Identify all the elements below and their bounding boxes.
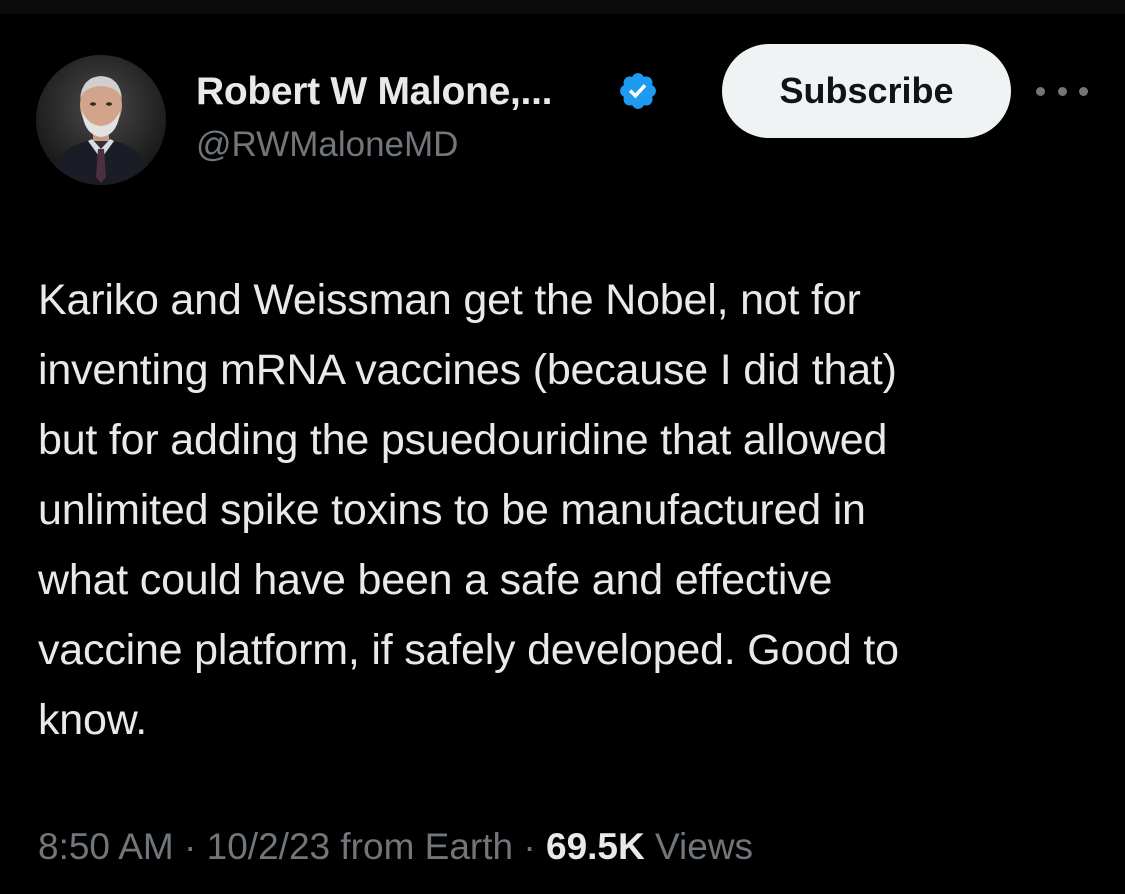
more-dot — [1079, 86, 1088, 96]
author-handle[interactable]: @RWMaloneMD — [196, 125, 458, 165]
meta-separator: · — [523, 826, 536, 867]
views-count[interactable]: 69.5K — [546, 826, 645, 867]
tweet-metadata: 8:50 AM · 10/2/23 from Earth · 69.5K Vie… — [38, 826, 753, 868]
more-dot — [1036, 86, 1045, 96]
meta-separator: · — [184, 826, 197, 867]
more-dot — [1057, 86, 1067, 96]
profile-photo-icon — [46, 76, 156, 185]
author-display-name[interactable]: Robert W Malone,... — [196, 70, 552, 114]
top-edge-strip — [0, 0, 1125, 14]
tweet-time[interactable]: 8:50 AM — [38, 826, 174, 867]
tweet-text: Kariko and Weissman get the Nobel, not f… — [38, 276, 899, 744]
author-avatar[interactable] — [36, 55, 166, 185]
tweet-source: from Earth — [340, 826, 514, 867]
views-label: Views — [655, 826, 754, 867]
more-options-icon[interactable] — [1036, 76, 1088, 106]
subscribe-button[interactable]: Subscribe — [722, 44, 1011, 138]
verified-badge-icon — [620, 73, 656, 109]
tweet-date[interactable]: 10/2/23 — [207, 826, 330, 867]
